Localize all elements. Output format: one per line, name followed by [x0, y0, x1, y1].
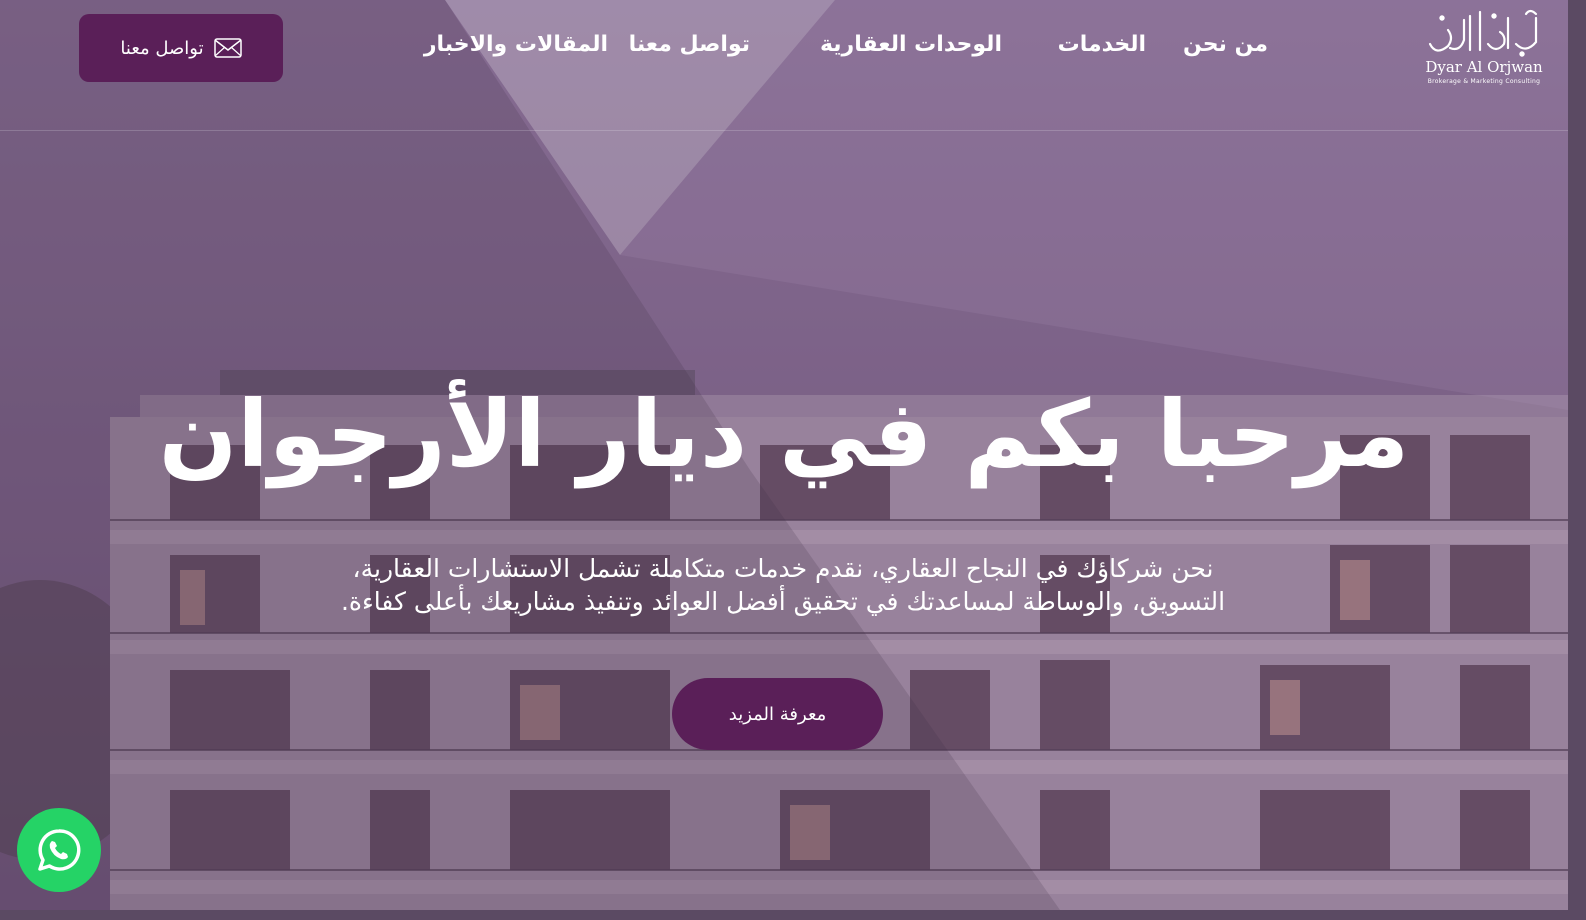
- logo-calligraphy-icon: [1428, 9, 1538, 57]
- whatsapp-button[interactable]: [17, 808, 101, 892]
- nav-item-real-estate-units[interactable]: الوحدات العقارية: [820, 32, 1002, 57]
- mail-icon: [213, 38, 242, 58]
- nav-item-contact[interactable]: تواصل معنا: [629, 32, 750, 57]
- contact-us-button[interactable]: تواصل معنا: [79, 14, 283, 82]
- main-nav: من نحن الخدمات الوحدات العقارية تواصل مع…: [420, 32, 1268, 66]
- site-header: Dyar Al Orjwan Brokerage & Marketing Con…: [0, 0, 1568, 131]
- nav-item-services[interactable]: الخدمات: [1058, 32, 1146, 57]
- site-logo[interactable]: Dyar Al Orjwan Brokerage & Marketing Con…: [1422, 4, 1546, 94]
- nav-item-articles-news[interactable]: المقالات والاخبار: [424, 32, 608, 57]
- nav-item-about[interactable]: من نحن: [1183, 32, 1268, 57]
- learn-more-button[interactable]: معرفة المزيد: [672, 678, 883, 750]
- hero-description: نحن شركاؤك في النجاح العقاري، نقدم خدمات…: [340, 554, 1226, 616]
- hero-title: مرحبا بكم في ديار الأرجوان: [158, 381, 1410, 488]
- logo-tagline: Brokerage & Marketing Consulting: [1427, 78, 1541, 85]
- whatsapp-icon: [38, 829, 81, 871]
- logo-text: Dyar Al Orjwan: [1425, 58, 1543, 76]
- contact-us-label: تواصل معنا: [120, 37, 204, 59]
